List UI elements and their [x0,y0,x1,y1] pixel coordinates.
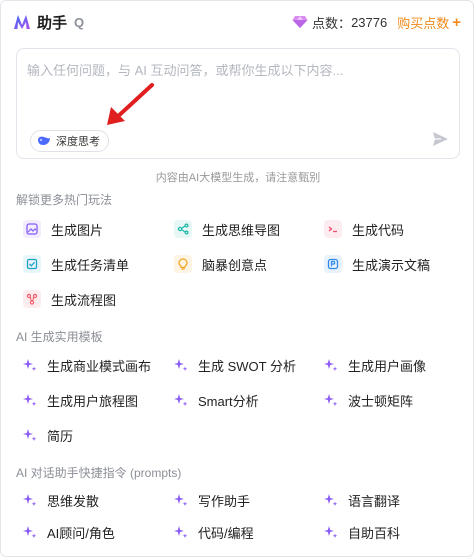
template-item-label: 生成用户旅程图 [47,393,139,409]
deep-think-toggle[interactable]: 深度思考 [30,130,109,152]
unlock-item-slides[interactable]: 生成演示文稿 [324,253,430,275]
template-item[interactable]: 生成 SWOT 分析 [174,354,296,376]
template-item[interactable]: 生成商业模式画布 [23,354,151,376]
prompts-section-title: AI 对话助手快捷指令 (prompts) [16,466,182,480]
flowchart-icon [23,290,41,308]
template-item-label: 生成 SWOT 分析 [198,358,296,374]
sparkle-icon [324,358,338,372]
prompt-item-label: AI顾问/角色 [47,525,115,541]
unlock-item-label: 生成演示文稿 [352,257,431,273]
prompt-item[interactable]: 写作助手 [174,489,250,511]
sparkle-icon [23,393,37,407]
sparkle-icon [174,393,188,407]
sparkle-icon [324,393,338,407]
prompt-item-label: 思维发散 [47,493,100,509]
sparkle-icon [324,493,338,507]
template-item-label: Smart分析 [198,393,259,409]
template-item[interactable]: Smart分析 [174,389,259,411]
prompt-item-label: 写作助手 [198,493,251,509]
unlock-item-label: 生成流程图 [51,292,117,308]
buy-points-button[interactable]: 购买点数 + [397,13,461,32]
sparkle-icon [23,358,37,372]
unlock-item-mindmap[interactable]: 生成思维导图 [174,218,280,240]
deep-think-label: 深度思考 [56,136,100,148]
checklist-icon [23,255,41,273]
unlock-section-title: 解锁更多热门玩法 [16,193,113,207]
plus-icon: + [452,13,461,31]
template-item-label: 生成用户画像 [348,358,427,374]
prompt-item[interactable]: AI顾问/角色 [23,521,115,543]
prompt-item[interactable]: 代码/编程 [174,521,254,543]
panel-title: 助手 [37,14,68,32]
unlock-item-label: 生成思维导图 [202,222,281,238]
unlock-item-brainstorm[interactable]: 脑暴创意点 [174,253,267,275]
points-value: 23776 [351,14,388,30]
slides-icon [324,255,342,273]
templates-section-title: AI 生成实用模板 [16,330,103,344]
sparkle-icon [174,525,188,539]
template-item[interactable]: 生成用户旅程图 [23,389,138,411]
prompt-item-label: 语言翻译 [348,493,401,509]
prompt-item[interactable]: 思维发散 [23,489,99,511]
sparkle-icon [324,525,338,539]
whale-icon [37,135,51,147]
template-item[interactable]: 生成用户画像 [324,354,426,376]
unlock-item-image[interactable]: 生成图片 [23,218,103,240]
buy-points-label: 购买点数 [397,15,450,31]
sparkle-icon [23,525,37,539]
app-logo-icon [13,14,31,30]
template-item[interactable]: 简历 [23,424,73,446]
gem-icon [292,15,308,29]
sparkle-icon [174,493,188,507]
code-icon [324,220,342,238]
prompt-input[interactable] [27,60,447,110]
unlock-item-label: 生成代码 [352,222,405,238]
template-item[interactable]: 波士顿矩阵 [324,389,413,411]
unlock-item-code[interactable]: 生成代码 [324,218,404,240]
unlock-item-label: 生成任务清单 [51,257,130,273]
prompt-item[interactable]: 语言翻译 [324,489,400,511]
template-item-label: 简历 [47,428,74,444]
header: 助手 Q 点数： 23776 购买点数 + [13,9,461,35]
mindmap-icon [174,220,192,238]
image-icon [23,220,41,238]
sparkle-icon [174,358,188,372]
prompt-item[interactable]: 自助百科 [324,521,400,543]
prompt-box: 深度思考 [16,48,460,159]
ai-disclaimer: 内容由AI大模型生成，请注意甄别 [155,172,321,184]
sparkle-icon [23,493,37,507]
help-icon[interactable]: Q [74,15,84,30]
template-item-label: 生成商业模式画布 [47,358,152,374]
assistant-panel: 助手 Q 点数： 23776 购买点数 + 深度思考 [0,0,474,557]
prompt-item-label: 代码/编程 [198,525,254,541]
unlock-item-label: 脑暴创意点 [202,257,268,273]
points-label: 点数： [312,15,352,31]
bulb-icon [174,255,192,273]
template-item-label: 波士顿矩阵 [348,393,414,409]
sparkle-icon [23,428,37,442]
unlock-item-label: 生成图片 [51,222,104,238]
send-button[interactable] [431,130,449,148]
unlock-item-flowchart[interactable]: 生成流程图 [23,288,116,310]
unlock-item-checklist[interactable]: 生成任务清单 [23,253,129,275]
prompt-item-label: 自助百科 [348,525,401,541]
send-icon [432,132,448,146]
